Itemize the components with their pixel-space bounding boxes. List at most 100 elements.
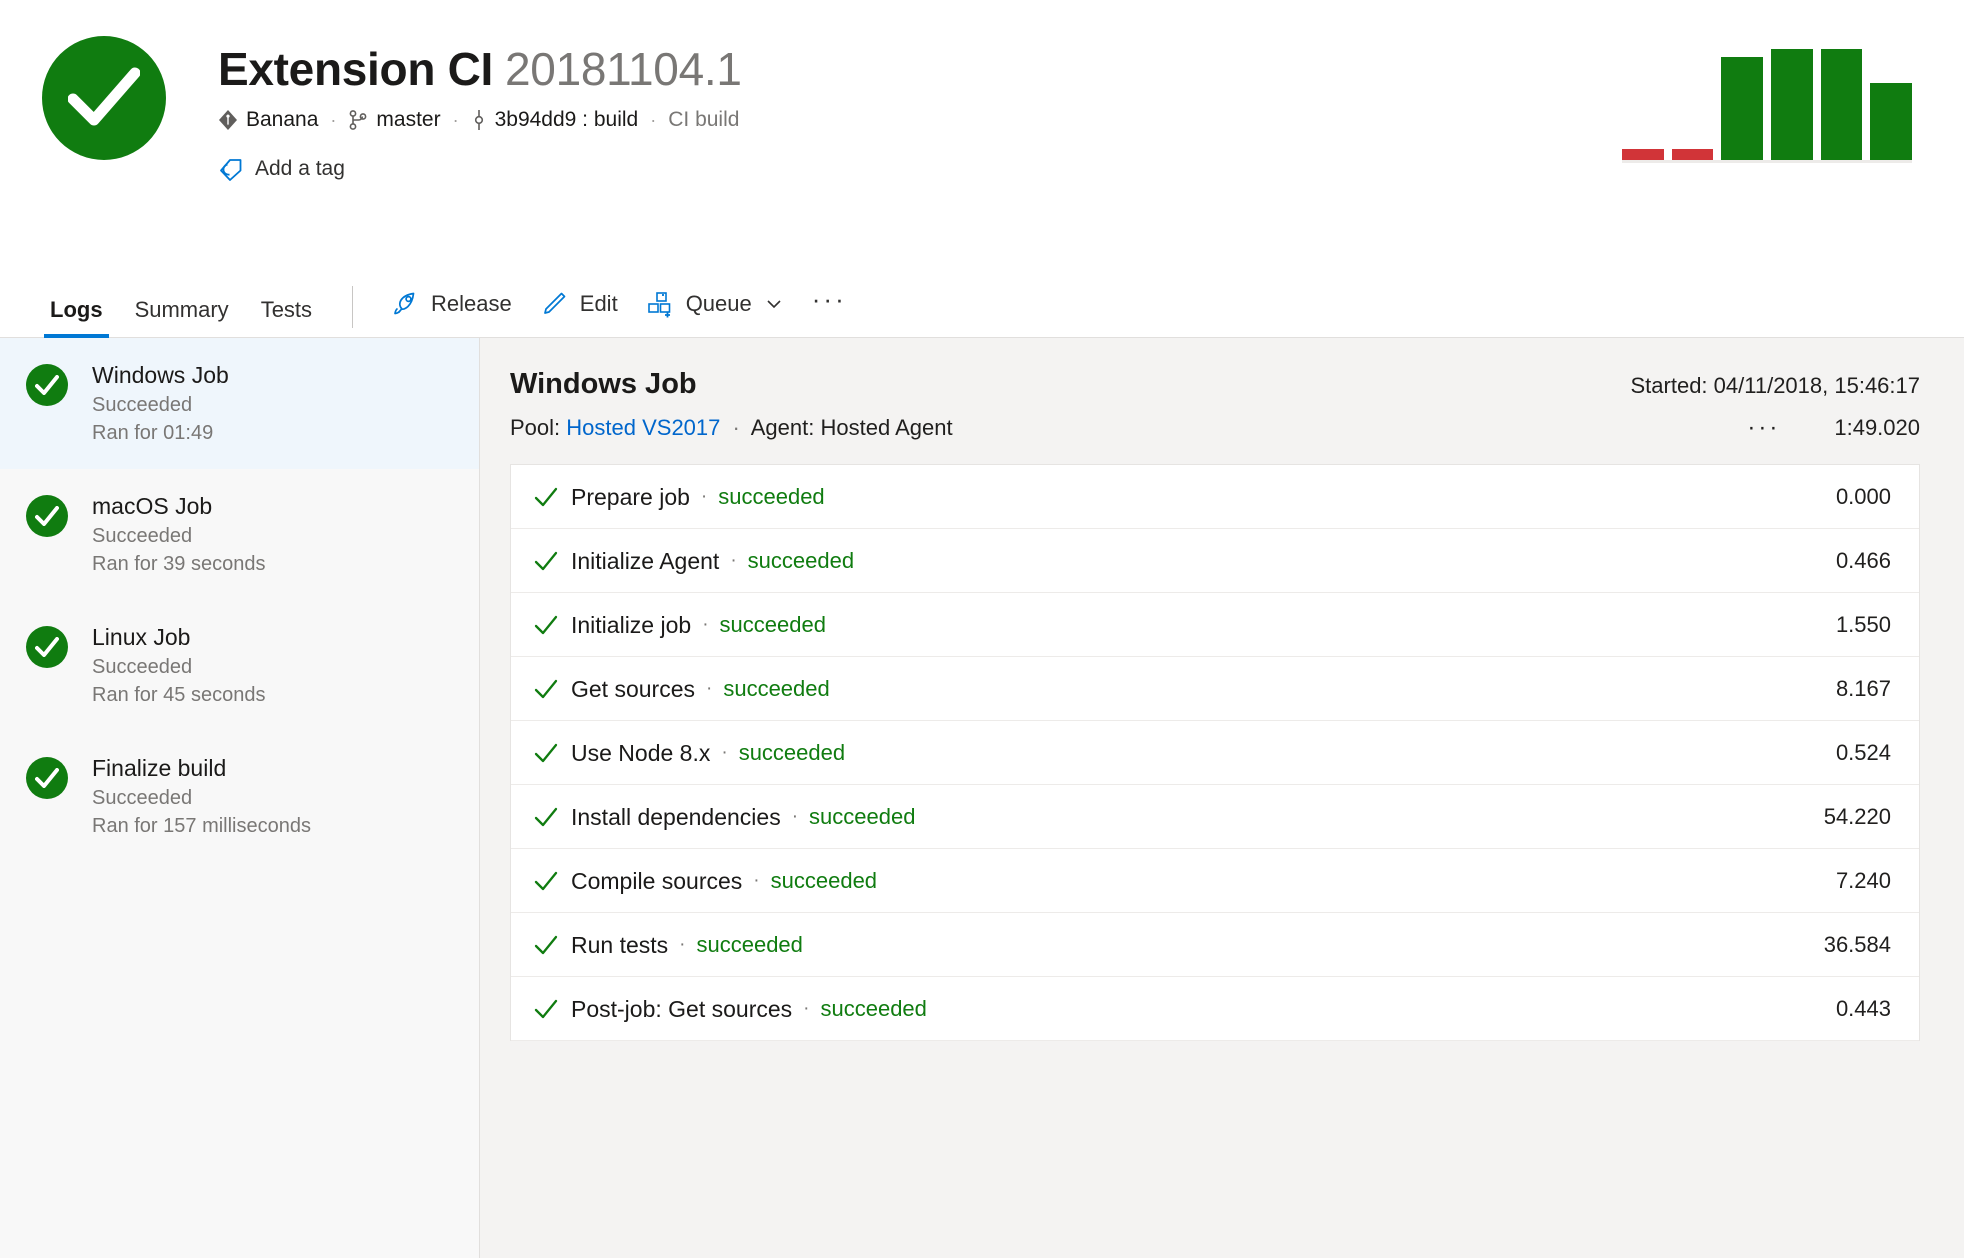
add-tag-button[interactable]: Add a tag bbox=[218, 156, 345, 182]
release-button[interactable]: Release bbox=[377, 286, 526, 322]
tab-summary[interactable]: Summary bbox=[119, 297, 245, 337]
check-icon bbox=[533, 614, 571, 636]
agent-label: Agent: Hosted Agent bbox=[751, 415, 953, 440]
check-icon bbox=[533, 998, 571, 1020]
tab-group: Logs Summary Tests bbox=[34, 276, 328, 337]
task-row[interactable]: Use Node 8.x · succeeded 0.524 bbox=[511, 721, 1919, 785]
task-name: Initialize job bbox=[571, 610, 691, 640]
task-result: succeeded bbox=[809, 804, 915, 830]
sidebar-item-macos-job[interactable]: macOS Job Succeeded Ran for 39 seconds bbox=[0, 469, 479, 600]
task-result: succeeded bbox=[739, 740, 845, 766]
job-status: Succeeded bbox=[92, 391, 229, 419]
task-name: Prepare job bbox=[571, 482, 690, 512]
task-duration: 0.443 bbox=[1836, 996, 1891, 1022]
job-duration: Ran for 45 seconds bbox=[92, 681, 265, 709]
task-row[interactable]: Prepare job · succeeded 0.000 bbox=[511, 465, 1919, 529]
task-separator: · bbox=[792, 806, 798, 828]
check-icon bbox=[533, 678, 571, 700]
check-icon bbox=[533, 870, 571, 892]
job-overflow-button[interactable]: ··· bbox=[1737, 414, 1790, 442]
task-name: Run tests bbox=[571, 930, 668, 960]
sidebar-item-windows-job[interactable]: Windows Job Succeeded Ran for 01:49 bbox=[0, 338, 479, 469]
task-result: succeeded bbox=[771, 868, 877, 894]
chart-bar-6[interactable] bbox=[1870, 83, 1912, 160]
task-duration: 8.167 bbox=[1836, 676, 1891, 702]
check-icon bbox=[533, 806, 571, 828]
task-duration: 0.466 bbox=[1836, 548, 1891, 574]
repo-meta[interactable]: Banana bbox=[218, 106, 318, 134]
branch-icon bbox=[348, 109, 368, 131]
chart-bar-5[interactable] bbox=[1821, 49, 1863, 160]
task-name: Install dependencies bbox=[571, 802, 781, 832]
task-result: succeeded bbox=[748, 548, 854, 574]
tab-tests-label: Tests bbox=[261, 297, 312, 322]
page-title: Extension CI20181104.1 bbox=[218, 42, 742, 96]
task-separator: · bbox=[753, 870, 759, 892]
task-result: succeeded bbox=[718, 484, 824, 510]
tabbar: Logs Summary Tests Release Edit bbox=[0, 276, 1964, 338]
pool-link[interactable]: Hosted VS2017 bbox=[566, 415, 720, 440]
task-result: succeeded bbox=[696, 932, 802, 958]
chart-bar-2[interactable] bbox=[1672, 149, 1714, 160]
job-detail-panel: Windows Job Started: 04/11/2018, 15:46:1… bbox=[480, 338, 1964, 1258]
job-duration: Ran for 157 milliseconds bbox=[92, 812, 311, 840]
meta-separator-1: · bbox=[330, 106, 336, 134]
sidebar-item-finalize-build[interactable]: Finalize build Succeeded Ran for 157 mil… bbox=[0, 731, 479, 862]
commit-meta[interactable]: 3b94dd9 : build bbox=[471, 106, 639, 134]
task-row[interactable]: Initialize job · succeeded 1.550 bbox=[511, 593, 1919, 657]
body: Windows Job Succeeded Ran for 01:49 macO… bbox=[0, 338, 1964, 1258]
build-status-icon bbox=[42, 36, 166, 160]
chart-baseline bbox=[1622, 160, 1912, 163]
meta-separator-2: · bbox=[453, 106, 459, 134]
branch-meta[interactable]: master bbox=[348, 106, 440, 134]
meta-separator-3: · bbox=[650, 106, 656, 134]
task-result: succeeded bbox=[820, 996, 926, 1022]
task-row[interactable]: Post-job: Get sources · succeeded 0.443 bbox=[511, 977, 1919, 1041]
task-separator: · bbox=[679, 934, 685, 956]
task-separator: · bbox=[706, 678, 712, 700]
job-status: Succeeded bbox=[92, 784, 311, 812]
page-header: Extension CI20181104.1 Banana · bbox=[0, 0, 1964, 276]
chart-bars bbox=[1622, 28, 1912, 160]
task-row[interactable]: Compile sources · succeeded 7.240 bbox=[511, 849, 1919, 913]
build-history-chart[interactable] bbox=[1622, 28, 1912, 168]
chevron-down-icon bbox=[764, 294, 784, 314]
task-row[interactable]: Run tests · succeeded 36.584 bbox=[511, 913, 1919, 977]
job-status: Succeeded bbox=[92, 522, 265, 550]
sidebar-item-linux-job[interactable]: Linux Job Succeeded Ran for 45 seconds bbox=[0, 600, 479, 731]
pool-separator: · bbox=[733, 415, 740, 440]
check-icon bbox=[533, 550, 571, 572]
task-row[interactable]: Initialize Agent · succeeded 0.466 bbox=[511, 529, 1919, 593]
pencil-icon bbox=[540, 290, 568, 318]
job-status: Succeeded bbox=[92, 653, 265, 681]
check-circle-icon bbox=[26, 364, 68, 406]
build-number: 20181104.1 bbox=[505, 43, 742, 95]
task-row[interactable]: Install dependencies · succeeded 54.220 bbox=[511, 785, 1919, 849]
check-icon bbox=[533, 742, 571, 764]
job-duration: Ran for 01:49 bbox=[92, 419, 229, 447]
branch-name: master bbox=[376, 106, 440, 134]
tab-logs[interactable]: Logs bbox=[34, 297, 119, 337]
tab-tests[interactable]: Tests bbox=[245, 297, 328, 337]
chart-bar-4[interactable] bbox=[1771, 49, 1813, 160]
task-separator: · bbox=[730, 550, 736, 572]
chart-bar-3[interactable] bbox=[1721, 57, 1763, 160]
edit-button[interactable]: Edit bbox=[526, 286, 632, 322]
task-separator: · bbox=[721, 742, 727, 764]
queue-button[interactable]: Queue bbox=[632, 286, 798, 322]
task-result: succeeded bbox=[723, 676, 829, 702]
task-duration: 1.550 bbox=[1836, 612, 1891, 638]
job-name: Windows Job bbox=[92, 360, 229, 390]
task-row[interactable]: Get sources · succeeded 8.167 bbox=[511, 657, 1919, 721]
job-duration: Ran for 39 seconds bbox=[92, 550, 265, 578]
task-result: succeeded bbox=[720, 612, 826, 638]
chart-bar-1[interactable] bbox=[1622, 149, 1664, 160]
release-label: Release bbox=[431, 291, 512, 317]
task-duration: 7.240 bbox=[1836, 868, 1891, 894]
toolbar-overflow-button[interactable]: ··· bbox=[798, 282, 861, 325]
queue-icon bbox=[646, 290, 674, 318]
edit-label: Edit bbox=[580, 291, 618, 317]
task-name: Compile sources bbox=[571, 866, 742, 896]
job-name: Linux Job bbox=[92, 622, 265, 652]
check-icon bbox=[533, 934, 571, 956]
